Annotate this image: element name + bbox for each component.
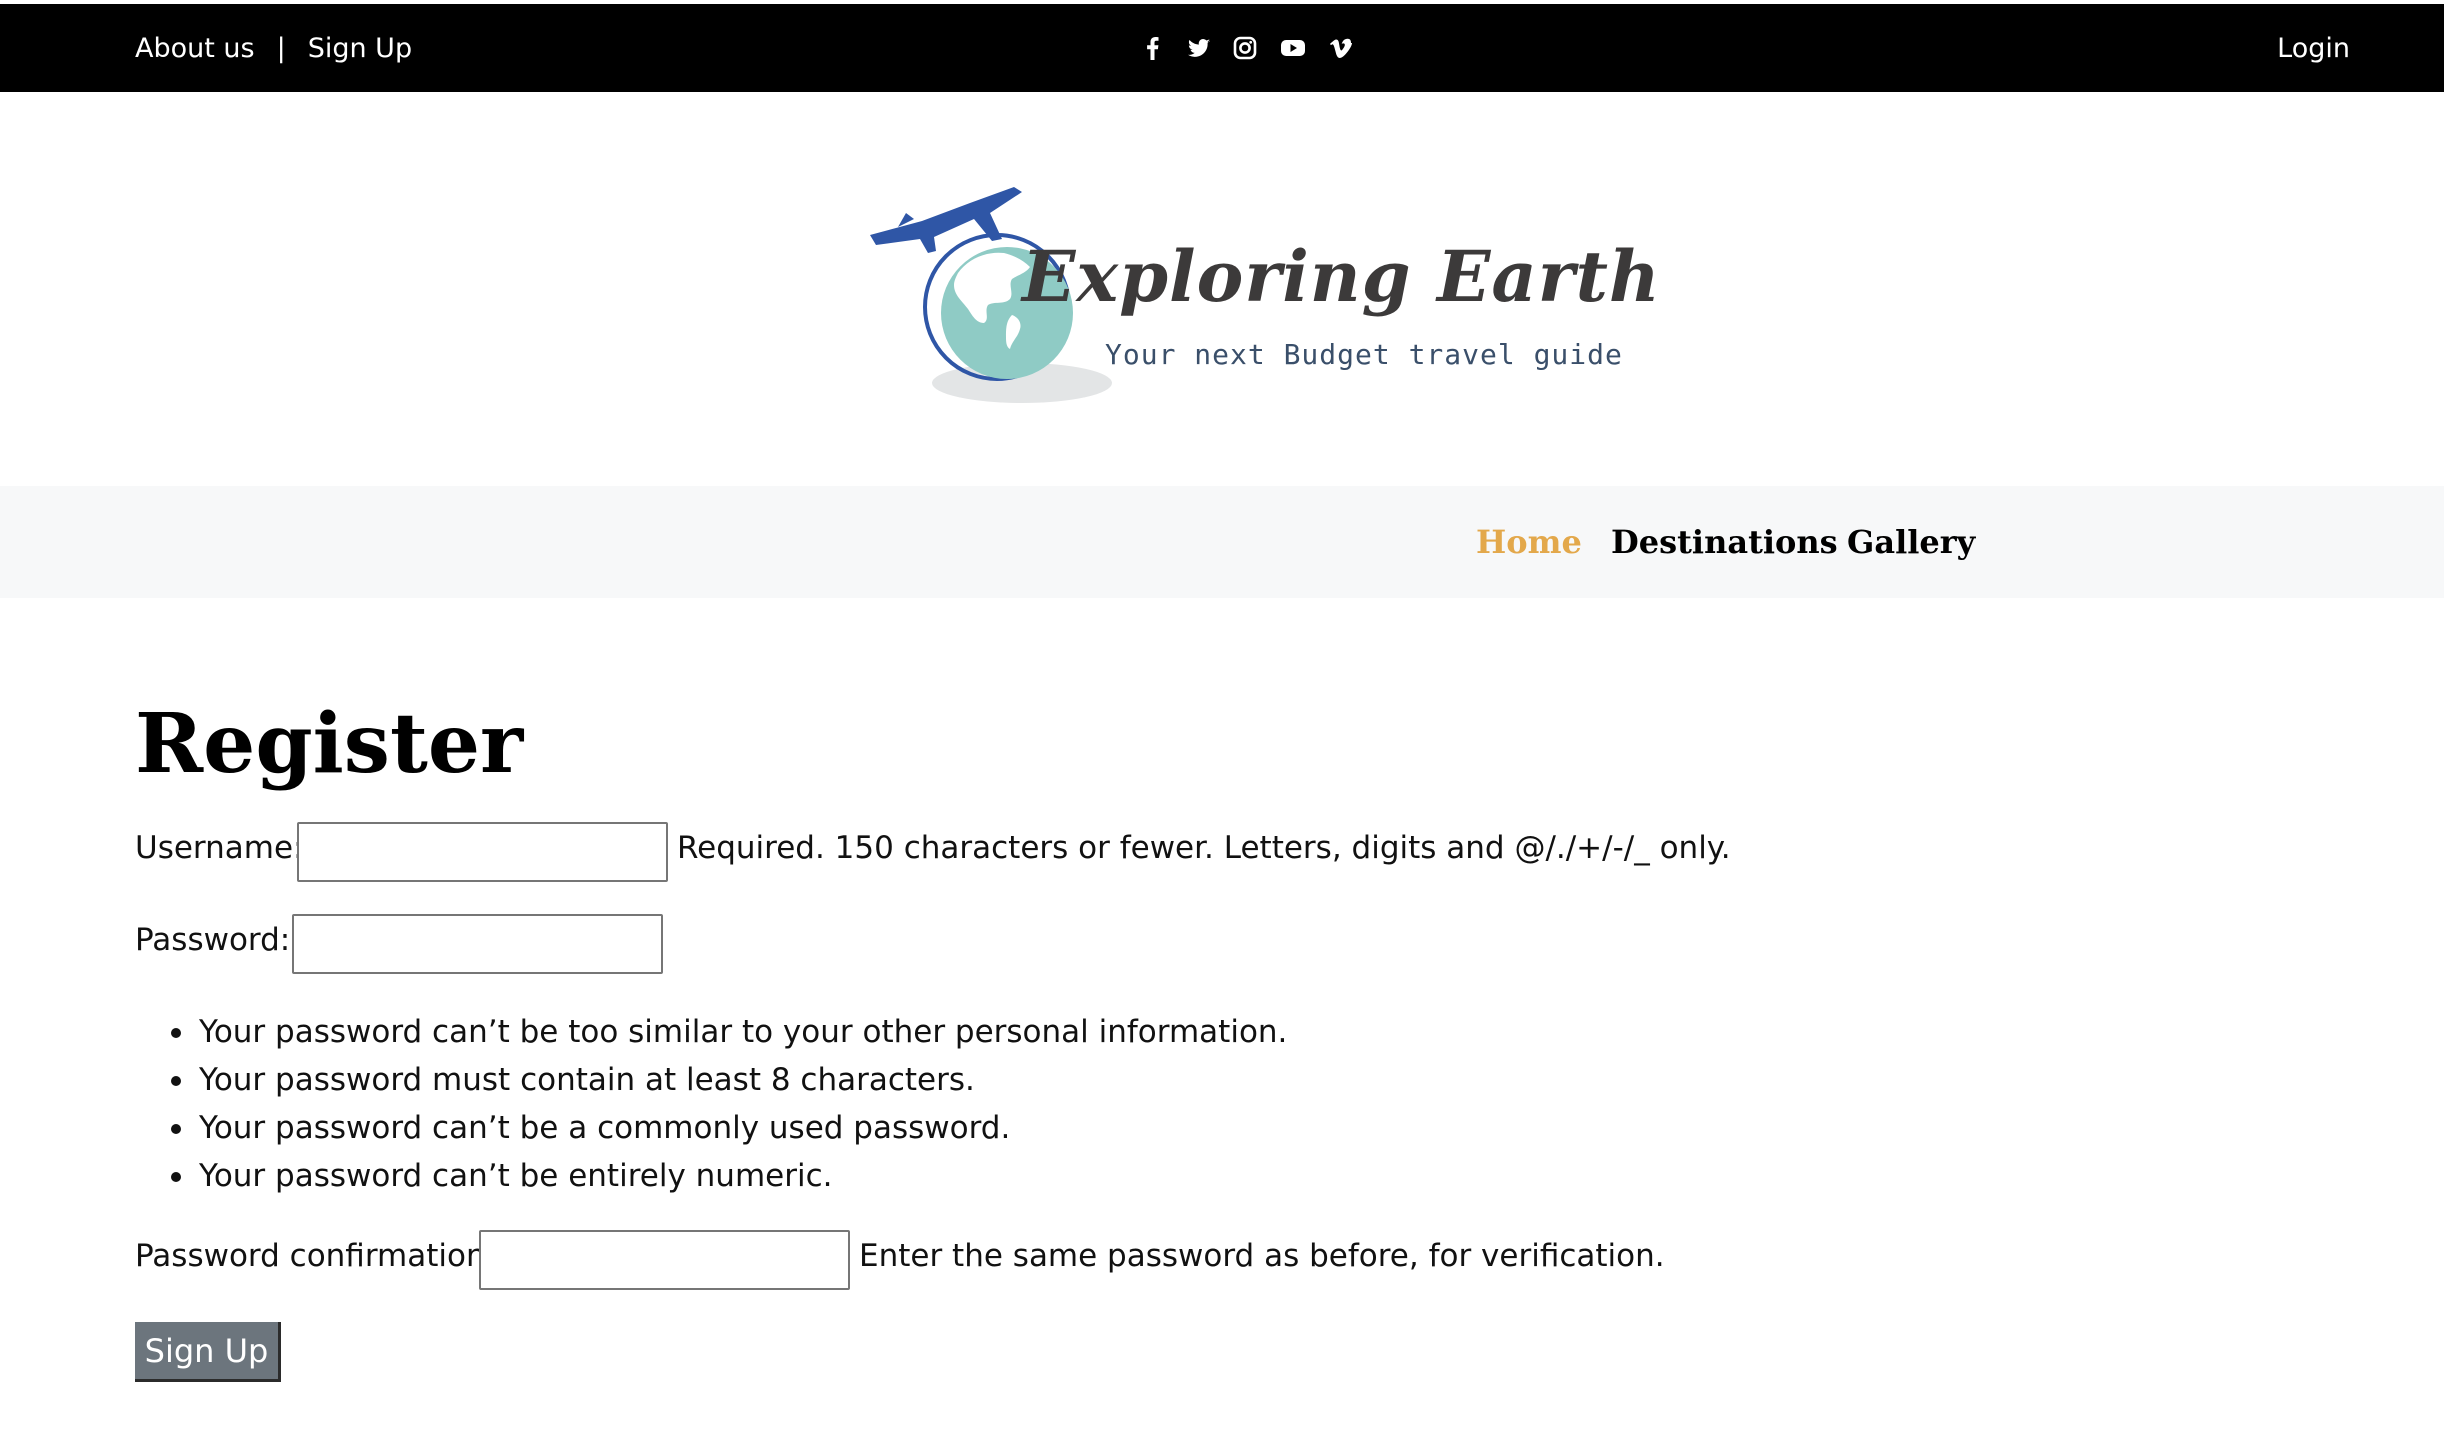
username-input[interactable]: [297, 822, 668, 882]
signup-submit-button[interactable]: Sign Up: [135, 1322, 281, 1382]
page-title: Register: [135, 696, 524, 792]
youtube-icon[interactable]: [1278, 35, 1308, 61]
top-left-links: About us | Sign Up: [135, 4, 412, 92]
main-navbar: Home Destinations Gallery: [0, 486, 2444, 598]
username-label: Username:: [135, 830, 304, 866]
logo-title: Exploring Earth: [1022, 235, 1661, 318]
about-us-link[interactable]: About us: [135, 33, 255, 64]
password-confirmation-input[interactable]: [479, 1230, 850, 1290]
social-links: [1140, 4, 1354, 92]
password-input[interactable]: [292, 914, 663, 974]
logo-tagline: Your next Budget travel guide: [1105, 338, 1623, 371]
password-rule: Your password can’t be entirely numeric.: [135, 1152, 1287, 1200]
nav-home[interactable]: Home: [1476, 486, 1582, 598]
password-rule: Your password must contain at least 8 ch…: [135, 1056, 1287, 1104]
top-bar: About us | Sign Up Login: [0, 4, 2444, 92]
twitter-icon[interactable]: [1186, 35, 1212, 61]
facebook-icon[interactable]: [1140, 35, 1166, 61]
username-help-text: Required. 150 characters or fewer. Lette…: [677, 830, 1731, 866]
login-link-wrap: Login: [2277, 4, 2350, 92]
nav-destinations[interactable]: Destinations: [1611, 486, 1838, 598]
signup-link[interactable]: Sign Up: [308, 33, 412, 64]
password-label: Password:: [135, 922, 291, 958]
login-link[interactable]: Login: [2277, 33, 2350, 64]
link-separator: |: [276, 32, 286, 64]
vimeo-icon[interactable]: [1328, 35, 1354, 61]
password-rule: Your password can’t be too similar to yo…: [135, 1008, 1287, 1056]
password-rule: Your password can’t be a commonly used p…: [135, 1104, 1287, 1152]
password-rules-list: Your password can’t be too similar to yo…: [135, 1008, 1287, 1200]
password-confirmation-help-text: Enter the same password as before, for v…: [859, 1238, 1665, 1274]
nav-gallery[interactable]: Gallery: [1847, 486, 1975, 598]
password-confirmation-label: Password confirmation:: [135, 1238, 497, 1274]
instagram-icon[interactable]: [1232, 35, 1258, 61]
site-logo[interactable]: Exploring Earth Your next Budget travel …: [862, 165, 1660, 427]
